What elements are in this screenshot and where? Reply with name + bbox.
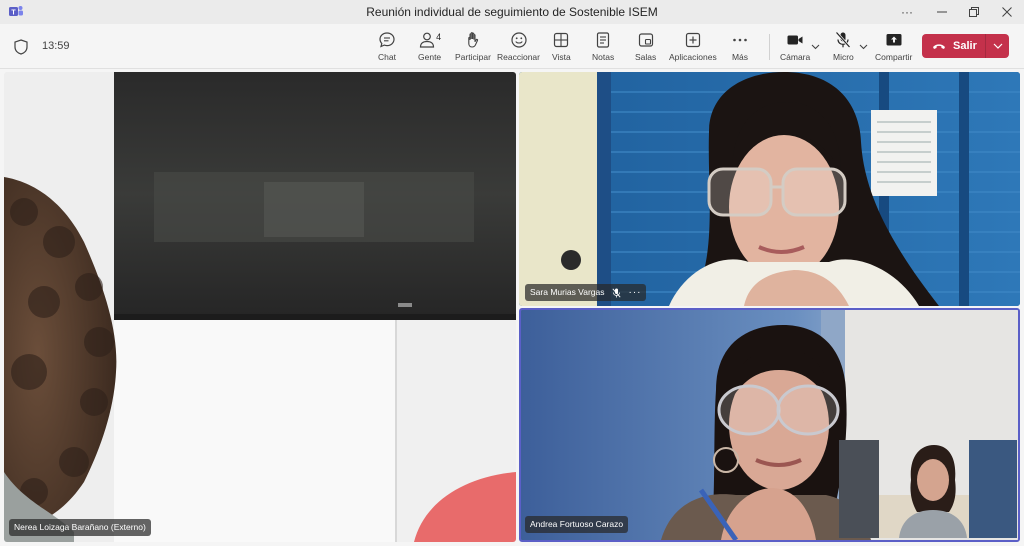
mic-off-icon bbox=[612, 288, 622, 297]
chat-label: Chat bbox=[378, 52, 396, 62]
window-more-button[interactable]: ··· bbox=[890, 0, 924, 24]
video-tile-andrea[interactable]: Andrea Fortuoso Carazo bbox=[519, 308, 1020, 542]
minimize-button[interactable] bbox=[925, 0, 959, 24]
share-screen-icon bbox=[886, 34, 902, 46]
self-view-pip[interactable] bbox=[839, 440, 1017, 538]
meeting-timer: 13:59 bbox=[42, 40, 70, 52]
title-bar: T Reunión individual de seguimiento de S… bbox=[0, 0, 1024, 24]
share-button[interactable]: Compartir bbox=[875, 31, 912, 65]
chat-button[interactable]: Chat bbox=[378, 31, 396, 65]
raise-hand-button[interactable]: Participar bbox=[455, 31, 491, 65]
rooms-icon bbox=[638, 33, 653, 47]
participant-name-tag: Sara Murias Vargas ··· bbox=[525, 284, 647, 301]
mic-label: Micro bbox=[833, 52, 854, 62]
participant-more-button[interactable]: ··· bbox=[628, 284, 641, 301]
participant-name: Andrea Fortuoso Carazo bbox=[530, 519, 624, 529]
leave-options-button[interactable] bbox=[986, 34, 1009, 58]
grid-view-icon bbox=[554, 32, 569, 48]
apps-button[interactable]: Aplicaciones bbox=[669, 31, 717, 65]
people-icon bbox=[419, 32, 435, 48]
leave-button-group: Salir bbox=[922, 34, 1009, 58]
hang-up-phone-icon bbox=[933, 44, 945, 49]
more-icon: ··· bbox=[901, 5, 913, 19]
shield-icon[interactable] bbox=[14, 39, 28, 55]
mic-button[interactable]: Micro bbox=[833, 31, 854, 65]
participant-name-tag: Andrea Fortuoso Carazo bbox=[525, 516, 629, 533]
participant-name: Nerea Loizaga Barañano (Externo) bbox=[14, 522, 146, 532]
people-label: Gente bbox=[418, 52, 442, 62]
more-actions-button[interactable]: Más bbox=[731, 31, 749, 65]
more-horizontal-icon bbox=[733, 38, 747, 42]
restore-button[interactable] bbox=[957, 0, 991, 24]
close-button[interactable] bbox=[990, 0, 1024, 24]
chevron-down-icon bbox=[993, 43, 1002, 49]
people-button[interactable]: 4 Gente bbox=[418, 31, 441, 65]
emoji-icon bbox=[510, 32, 527, 48]
video-tile-nerea[interactable]: Nerea Loizaga Barañano (Externo) bbox=[4, 72, 516, 542]
participant-name-tag: Nerea Loizaga Barañano (Externo) bbox=[9, 519, 151, 536]
restore-icon bbox=[969, 7, 979, 17]
video-tile-sara[interactable]: Sara Murias Vargas ··· bbox=[519, 72, 1020, 306]
rooms-label: Salas bbox=[635, 52, 657, 62]
notes-button[interactable]: Notas bbox=[592, 31, 614, 65]
notes-label: Notas bbox=[592, 52, 615, 62]
people-count: 4 bbox=[436, 32, 442, 42]
more-label: Más bbox=[731, 52, 749, 62]
close-icon bbox=[1002, 7, 1012, 17]
leave-button[interactable]: Salir bbox=[922, 34, 985, 58]
participant-name: Sara Murias Vargas bbox=[530, 287, 605, 297]
react-button[interactable]: Reaccionar bbox=[497, 31, 540, 65]
participant-video-sara bbox=[519, 72, 1020, 306]
camera-options-chevron-down-icon[interactable] bbox=[811, 42, 820, 51]
breakout-rooms-button[interactable]: Salas bbox=[635, 31, 656, 65]
hand-icon bbox=[468, 32, 479, 48]
mic-off-icon bbox=[835, 31, 851, 48]
toolbar-separator bbox=[769, 34, 770, 60]
leave-label: Salir bbox=[953, 40, 977, 52]
share-label: Compartir bbox=[875, 52, 913, 62]
add-app-icon bbox=[685, 32, 700, 48]
raise-hand-label: Participar bbox=[455, 52, 491, 62]
react-label: Reaccionar bbox=[497, 52, 540, 62]
meeting-toolbar: 13:59 Chat 4 Gente Participar Reaccionar… bbox=[0, 24, 1024, 69]
view-button[interactable]: Vista bbox=[552, 31, 571, 65]
participant-video-nerea bbox=[4, 72, 516, 542]
view-label: Vista bbox=[552, 52, 571, 62]
notes-icon bbox=[597, 32, 610, 48]
self-view-video bbox=[839, 440, 1017, 538]
camera-icon bbox=[787, 35, 803, 45]
video-stage: Nerea Loizaga Barañano (Externo) Sara Mu… bbox=[0, 70, 1024, 546]
camera-label: Cámara bbox=[780, 52, 811, 62]
window-title: Reunión individual de seguimiento de Sos… bbox=[366, 5, 658, 19]
mic-options-chevron-down-icon[interactable] bbox=[859, 42, 868, 51]
chat-icon bbox=[379, 32, 395, 48]
camera-button[interactable]: Cámara bbox=[780, 31, 810, 65]
minimize-icon bbox=[937, 11, 947, 13]
apps-label: Aplicaciones bbox=[669, 52, 717, 62]
